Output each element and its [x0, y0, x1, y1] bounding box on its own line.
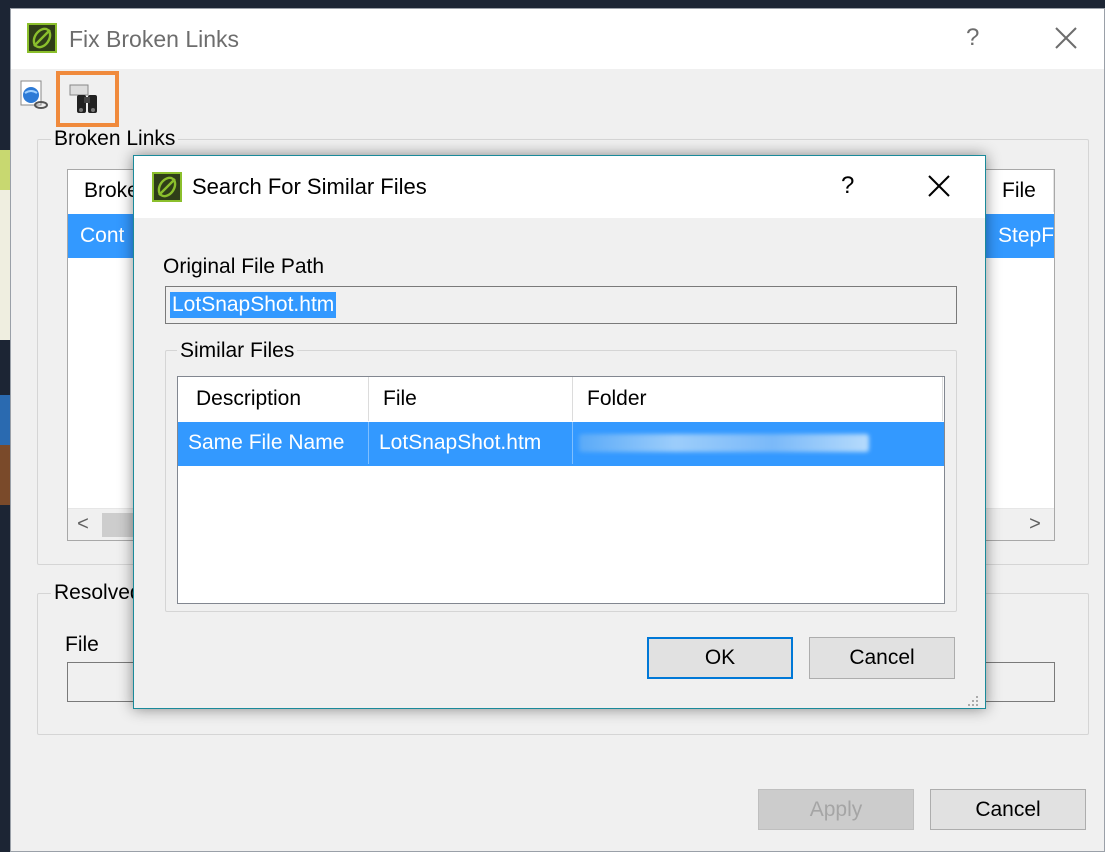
cancel-button[interactable]: Cancel: [930, 789, 1086, 830]
column-header[interactable]: File: [986, 170, 1054, 212]
app-logo-icon: [27, 23, 57, 53]
close-icon: [928, 175, 950, 197]
toolbar-search-button[interactable]: [56, 71, 119, 127]
cell-description: Same File Name: [178, 422, 369, 464]
dialog-title: Search For Similar Files: [192, 174, 427, 199]
original-file-path-value: LotSnapShot.htm: [170, 292, 337, 318]
dialog-help-button[interactable]: ?: [841, 172, 854, 200]
original-file-path-field[interactable]: LotSnapShot.htm: [165, 286, 957, 324]
resolved-legend: Resolved: [51, 581, 145, 605]
binoculars-search-icon: [69, 84, 97, 113]
broken-links-legend: Broken Links: [51, 127, 179, 151]
resize-grip-icon: [968, 696, 978, 706]
cell-folder: [573, 422, 943, 464]
title-bar: Fix Broken Links ?: [11, 9, 1104, 69]
dialog-close-button[interactable]: [927, 174, 951, 198]
original-file-path-label: Original File Path: [163, 255, 325, 278]
window-title: Fix Broken Links: [69, 26, 240, 52]
dialog-title-bar: Search For Similar Files ?: [134, 156, 985, 218]
table-cell: Cont: [80, 224, 125, 247]
app-logo-icon: [152, 172, 182, 202]
redacted-folder-path: [579, 434, 869, 452]
scroll-right-arrow[interactable]: >: [1020, 509, 1050, 539]
cell-file: LotSnapShot.htm: [369, 422, 573, 464]
table-cell: StepF: [998, 224, 1055, 247]
help-button[interactable]: ?: [966, 24, 979, 52]
dialog-cancel-button[interactable]: Cancel: [809, 637, 955, 679]
ok-button[interactable]: OK: [647, 637, 793, 679]
globe-link-icon: [20, 80, 48, 109]
toolbar-globe-button[interactable]: [19, 79, 49, 113]
column-header-description[interactable]: Description: [178, 377, 369, 421]
close-button[interactable]: [1054, 26, 1078, 50]
similar-files-table: Description File Folder Same File Name L…: [177, 376, 945, 604]
search-similar-files-dialog: Search For Similar Files ? Original File…: [133, 155, 986, 709]
close-icon: [1055, 27, 1077, 49]
resolved-file-label: File: [65, 633, 99, 656]
table-row[interactable]: Same File Name LotSnapShot.htm: [178, 422, 944, 466]
column-header-file[interactable]: File: [369, 377, 573, 421]
column-header-folder[interactable]: Folder: [573, 377, 943, 421]
similar-files-legend: Similar Files: [177, 339, 298, 363]
resize-grip[interactable]: [966, 690, 980, 706]
column-header[interactable]: Broke: [68, 170, 138, 212]
scroll-left-arrow[interactable]: <: [68, 509, 98, 539]
apply-button[interactable]: Apply: [758, 789, 914, 830]
